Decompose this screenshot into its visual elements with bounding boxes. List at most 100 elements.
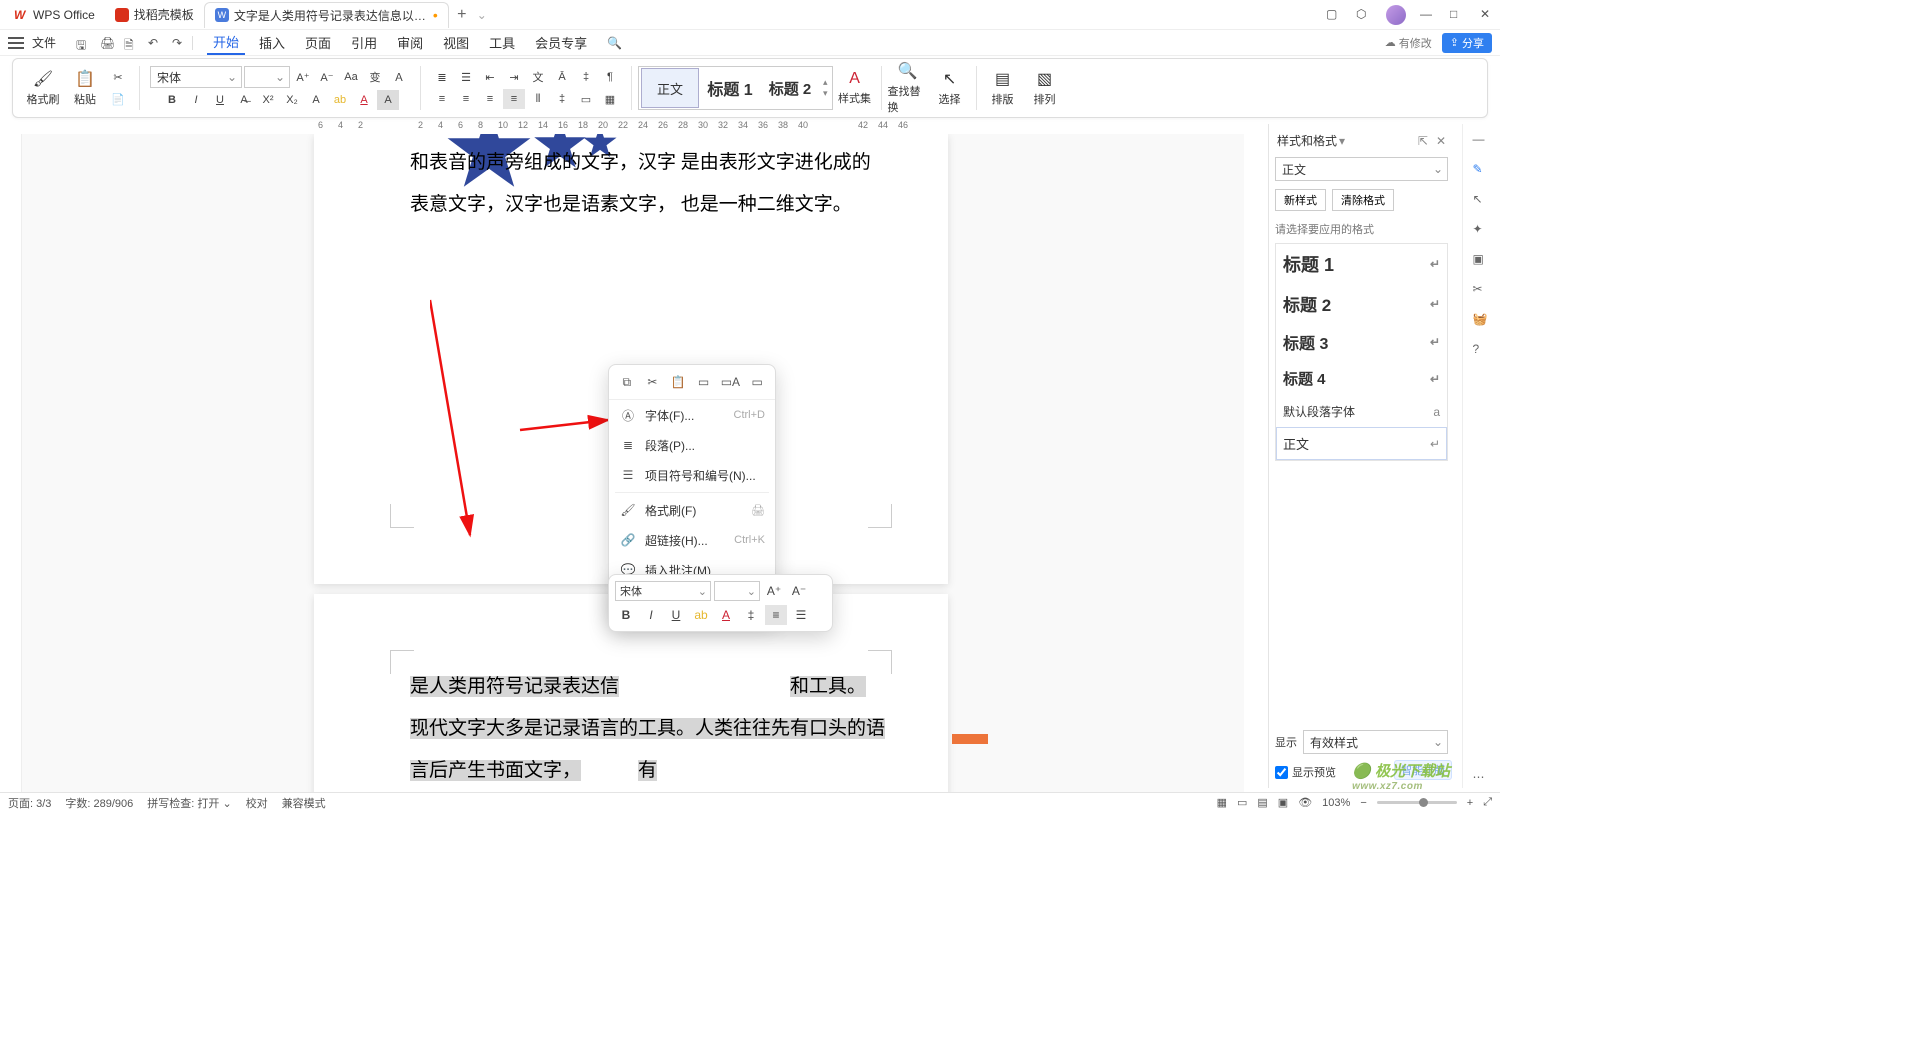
collapse-icon[interactable]: — xyxy=(1473,132,1491,150)
style-item-h3[interactable]: 标题 3↵ xyxy=(1276,323,1447,361)
phonetic-icon[interactable]: 变 xyxy=(364,67,386,87)
ctx-copy-icon[interactable]: ⧉ xyxy=(619,373,635,391)
tab-member[interactable]: 会员专享 xyxy=(529,31,593,54)
mini-font-select[interactable]: 宋体 xyxy=(615,581,711,601)
pen-icon[interactable]: ✎ xyxy=(1473,162,1491,180)
numbering-icon[interactable]: ☰ xyxy=(455,67,477,87)
pointer-icon[interactable]: ↖ xyxy=(1473,192,1491,210)
mini-size-select[interactable] xyxy=(714,581,760,601)
mini-line-spacing-icon[interactable]: ‡ xyxy=(740,605,762,625)
select-button[interactable]: ↖选择 xyxy=(930,69,970,107)
change-case-icon[interactable]: Aa xyxy=(340,67,362,87)
style-h1[interactable]: 标题 1 xyxy=(701,68,759,108)
mini-grow-icon[interactable]: A⁺ xyxy=(763,581,785,601)
basket-icon[interactable]: 🧺 xyxy=(1473,312,1491,330)
file-menu[interactable]: 文件 xyxy=(32,34,56,51)
style-item-normal[interactable]: 正文↵ xyxy=(1276,427,1447,460)
panel-close-icon[interactable]: ✕ xyxy=(1436,134,1446,148)
current-style-select[interactable]: 正文 xyxy=(1275,157,1448,181)
style-item-default-font[interactable]: 默认段落字体a xyxy=(1276,396,1447,427)
bullets-icon[interactable]: ≣ xyxy=(431,67,453,87)
ctx-font[interactable]: Ⓐ字体(F)...Ctrl+D xyxy=(609,400,775,430)
mini-font-color-icon[interactable]: A xyxy=(715,605,737,625)
pin-icon[interactable]: ⇱ xyxy=(1418,134,1428,148)
tab-view[interactable]: 视图 xyxy=(437,31,475,54)
style-normal[interactable]: 正文 xyxy=(641,68,699,108)
ctx-paragraph[interactable]: ≣段落(P)... xyxy=(609,430,775,460)
tab-insert[interactable]: 插入 xyxy=(253,31,291,54)
mini-shrink-icon[interactable]: A⁻ xyxy=(788,581,810,601)
highlight-icon[interactable]: ab xyxy=(329,90,351,110)
ctx-hyperlink[interactable]: 🔗超链接(H)...Ctrl+K xyxy=(609,525,775,555)
tab-tools[interactable]: 工具 xyxy=(483,31,521,54)
style-set-button[interactable]: A样式集 xyxy=(835,70,875,106)
fit-icon[interactable]: ⤢ xyxy=(1483,796,1492,809)
distribute-icon[interactable]: ⫴ xyxy=(527,89,549,109)
word-count[interactable]: 字数: 289/906 xyxy=(65,795,133,811)
strike-icon[interactable]: A̶ xyxy=(233,90,255,110)
mini-indent-icon[interactable]: ☰ xyxy=(790,605,812,625)
eye-icon[interactable]: 👁 xyxy=(1298,796,1312,809)
cut-icon[interactable]: ✂ xyxy=(107,67,129,87)
ctx-paste-special-icon[interactable]: ▭ xyxy=(749,373,765,391)
style-item-h2[interactable]: 标题 2↵ xyxy=(1276,284,1447,323)
avatar[interactable] xyxy=(1386,5,1406,25)
style-scroll[interactable]: ▴▾ xyxy=(821,77,830,99)
ctx-format-painter[interactable]: 🖌格式刷(F)🖨 xyxy=(609,495,775,525)
mini-highlight-icon[interactable]: ab xyxy=(690,605,712,625)
hamburger-icon[interactable] xyxy=(8,37,24,49)
share-button[interactable]: ⇪ 分享 xyxy=(1442,33,1492,53)
find-replace-button[interactable]: 🔍查找替换 xyxy=(888,61,928,115)
paste-button[interactable]: 📋粘贴 xyxy=(65,69,105,107)
view-web-icon[interactable]: ▭ xyxy=(1237,796,1247,809)
print-icon[interactable]: 🖨 xyxy=(100,36,114,50)
dec-indent-icon[interactable]: ⇤ xyxy=(479,67,501,87)
tab-page[interactable]: 页面 xyxy=(299,31,337,54)
minimize-icon[interactable]: — xyxy=(1420,7,1436,23)
text-effect-icon[interactable]: A xyxy=(305,90,327,110)
style-item-h1[interactable]: 标题 1↵ xyxy=(1276,244,1447,284)
zoom-slider[interactable] xyxy=(1377,801,1457,804)
document-tab[interactable]: W文字是人类用符号记录表达信息以…• xyxy=(204,2,449,28)
mini-bold-icon[interactable]: B xyxy=(615,605,637,625)
align-left-icon[interactable]: ≡ xyxy=(431,89,453,109)
arrange-button[interactable]: ▧排列 xyxy=(1025,69,1065,107)
subscript-icon[interactable]: X₂ xyxy=(281,90,303,110)
page-status[interactable]: 页面: 3/3 xyxy=(8,795,51,811)
vertical-ruler[interactable] xyxy=(10,134,22,792)
line-spacing-icon[interactable]: ‡ xyxy=(575,67,597,87)
font-color-icon[interactable]: A xyxy=(353,90,375,110)
zoom-label[interactable]: 103% xyxy=(1322,797,1350,809)
compat-status[interactable]: 兼容模式 xyxy=(282,795,326,811)
search-icon[interactable]: 🔍 xyxy=(607,36,621,50)
shrink-font-icon[interactable]: A⁻ xyxy=(316,67,338,87)
ctx-bullets[interactable]: ☰项目符号和编号(N)... xyxy=(609,460,775,490)
selected-paragraph[interactable]: 是人类用符号记录表达信息以传之久远的方式和工具。 现代文字大多是记录语言的工具。… xyxy=(410,666,888,792)
help-icon[interactable]: ? xyxy=(1473,342,1491,360)
ctx-paste-icon[interactable]: 📋 xyxy=(670,373,686,391)
style-item-h4[interactable]: 标题 4↵ xyxy=(1276,361,1447,396)
ctx-cut-icon[interactable]: ✂ xyxy=(645,373,661,391)
layout-button[interactable]: ▤排版 xyxy=(983,69,1023,107)
bold-icon[interactable]: B xyxy=(161,90,183,110)
ctx-paste-text-icon[interactable]: ▭ xyxy=(696,373,712,391)
cloud-status[interactable]: ☁ 有修改 xyxy=(1385,35,1432,51)
proof-status[interactable]: 校对 xyxy=(246,795,268,811)
mini-underline-icon[interactable]: U xyxy=(665,605,687,625)
view-print-icon[interactable]: ▦ xyxy=(1217,796,1227,809)
align-justify-icon[interactable]: ≡ xyxy=(503,89,525,109)
superscript-icon[interactable]: X² xyxy=(257,90,279,110)
clear-format-icon[interactable]: Ａ xyxy=(388,67,410,87)
image-icon[interactable]: ▣ xyxy=(1473,252,1491,270)
tools-icon[interactable]: ✂ xyxy=(1473,282,1491,300)
spell-status[interactable]: 拼写检查: 打开 ⌄ xyxy=(147,795,231,811)
sparkle-icon[interactable]: ✦ xyxy=(1473,222,1491,240)
undo-icon[interactable]: ↶ xyxy=(148,36,162,50)
show-select[interactable]: 有效样式 xyxy=(1303,730,1448,754)
view-outline-icon[interactable]: ▤ xyxy=(1257,796,1267,809)
template-tab[interactable]: 找稻壳模板 xyxy=(105,2,204,28)
comment-tag[interactable] xyxy=(952,734,988,744)
reader-icon[interactable]: ▢ xyxy=(1326,7,1342,23)
zoom-out-icon[interactable]: − xyxy=(1360,797,1366,809)
grow-font-icon[interactable]: A⁺ xyxy=(292,67,314,87)
